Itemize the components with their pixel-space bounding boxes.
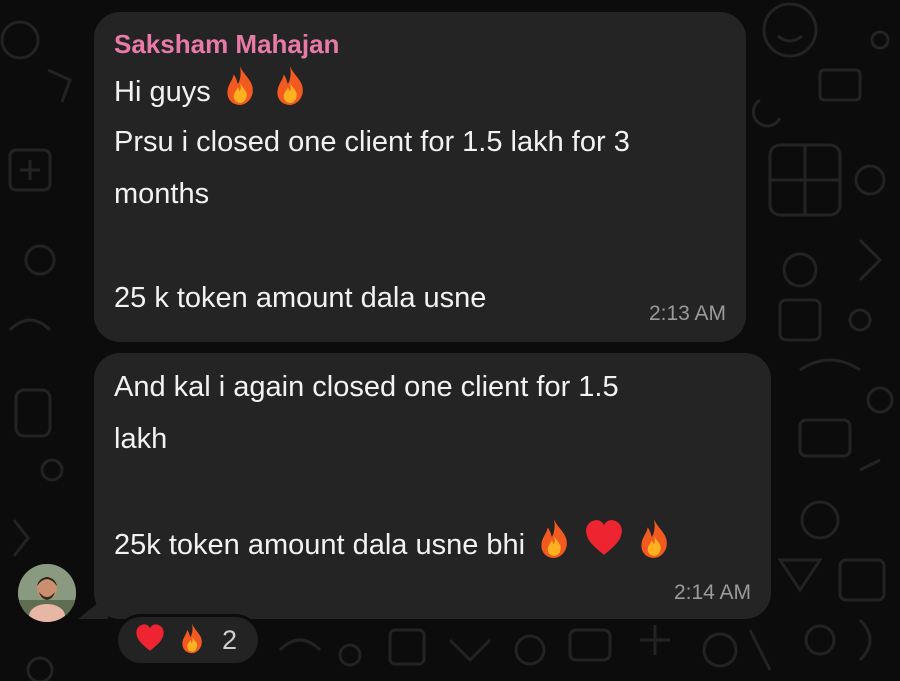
message-line: 25 k token amount dala usne xyxy=(114,282,487,314)
fire-icon xyxy=(269,64,311,123)
chat-window: Saksham Mahajan Hi guys Prsu i closed on… xyxy=(0,0,900,681)
message-line: And kal i again closed one client for 1.… xyxy=(114,371,619,403)
message-line: 25k token amount dala usne bhi xyxy=(114,517,745,569)
fire-icon xyxy=(533,517,575,576)
avatar-photo xyxy=(18,564,76,622)
message-line: Prsu i closed one client for 1.5 lakh fo… xyxy=(114,126,630,158)
message-bubble[interactable]: Saksham Mahajan Hi guys Prsu i closed on… xyxy=(94,12,746,342)
sender-name[interactable]: Saksham Mahajan xyxy=(114,26,720,62)
timestamp: 2:13 AM xyxy=(648,302,726,325)
message-text: Hi guys xyxy=(114,76,211,109)
timestamp: 2:14 AM xyxy=(673,581,751,604)
reaction-count: 2 xyxy=(222,624,238,655)
reactions-pill[interactable]: 2 xyxy=(115,614,261,666)
heart-icon xyxy=(583,517,625,576)
fire-icon xyxy=(219,64,261,123)
fire-icon xyxy=(633,517,675,576)
message-line: lakh xyxy=(114,423,168,455)
message-bubble[interactable]: And kal i again closed one client for 1.… xyxy=(78,353,771,619)
heart-icon xyxy=(134,622,166,659)
message-text: 25k token amount dala usne bhi xyxy=(114,529,526,562)
sender-avatar[interactable] xyxy=(18,564,76,622)
message-line: months xyxy=(114,178,210,210)
message-line: Hi guys xyxy=(114,64,720,116)
fire-icon xyxy=(176,622,208,659)
